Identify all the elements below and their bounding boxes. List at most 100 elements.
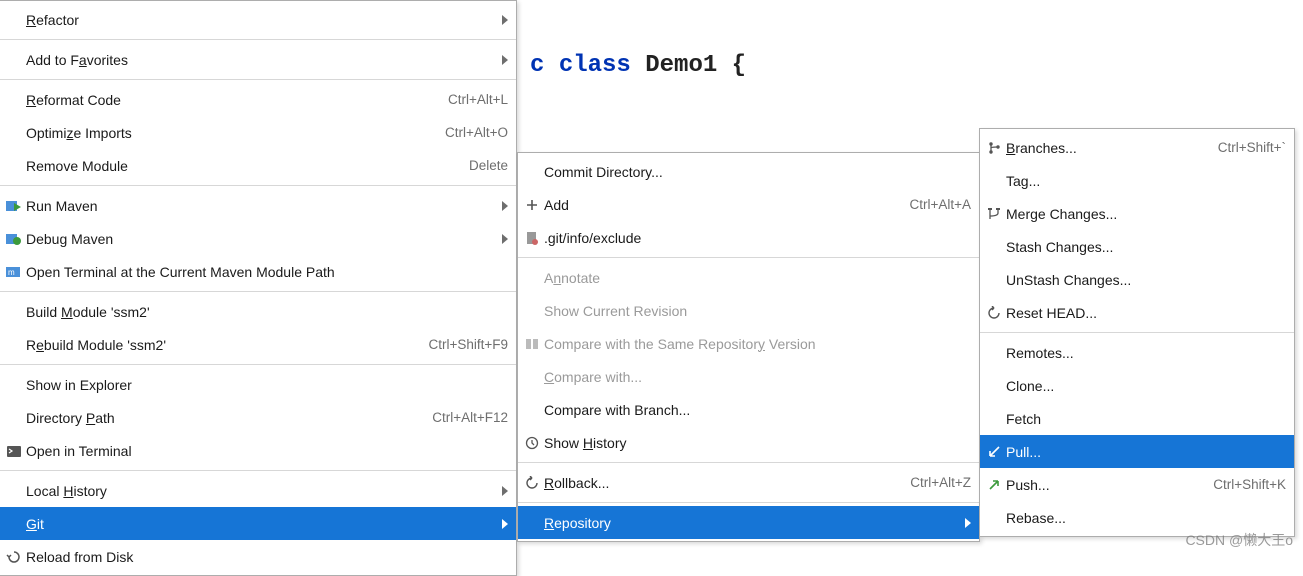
shortcut: Ctrl+Alt+L — [448, 92, 508, 107]
blank-icon — [984, 263, 1004, 296]
menu-reformat-code[interactable]: Reformat Code Ctrl+Alt+L — [0, 83, 516, 116]
menu-git-exclude[interactable]: .git/info/exclude — [518, 221, 979, 254]
menu-optimize-imports[interactable]: Optimize Imports Ctrl+Alt+O — [0, 116, 516, 149]
menu-rebuild-module[interactable]: Rebuild Module 'ssm2' Ctrl+Shift+F9 — [0, 328, 516, 361]
blank-icon — [4, 83, 24, 116]
blank-icon — [984, 336, 1004, 369]
blank-icon — [522, 294, 542, 327]
watermark: CSDN @懒大王o — [1185, 530, 1293, 550]
separator — [0, 470, 516, 471]
shortcut: Ctrl+Shift+K — [1213, 477, 1286, 492]
blank-icon — [4, 116, 24, 149]
shortcut: Ctrl+Shift+F9 — [428, 337, 508, 352]
submenu-arrow-icon — [498, 519, 508, 529]
separator — [518, 462, 979, 463]
menu-remove-module[interactable]: Remove Module Delete — [0, 149, 516, 182]
blank-icon — [522, 261, 542, 294]
blank-icon — [984, 164, 1004, 197]
menu-remotes[interactable]: Remotes... — [980, 336, 1294, 369]
blank-icon — [4, 507, 24, 540]
menu-unstash-changes[interactable]: UnStash Changes... — [980, 263, 1294, 296]
separator — [0, 185, 516, 186]
code-keyword: class — [559, 52, 645, 79]
shortcut: Ctrl+Shift+` — [1218, 140, 1286, 155]
svg-text:m: m — [8, 268, 15, 277]
blank-icon — [984, 402, 1004, 435]
menu-tag[interactable]: Tag... — [980, 164, 1294, 197]
menu-show-history[interactable]: Show History — [518, 426, 979, 459]
plus-icon — [522, 188, 542, 221]
blank-icon — [984, 230, 1004, 263]
separator — [518, 502, 979, 503]
context-menu-git: Commit Directory... Add Ctrl+Alt+A .git/… — [517, 152, 980, 542]
menu-fetch[interactable]: Fetch — [980, 402, 1294, 435]
shortcut: Ctrl+Alt+Z — [910, 475, 971, 490]
menu-compare-with: Compare with... — [518, 360, 979, 393]
menu-stash-changes[interactable]: Stash Changes... — [980, 230, 1294, 263]
diff-icon — [522, 327, 542, 360]
shortcut: Delete — [469, 158, 508, 173]
blank-icon — [4, 328, 24, 361]
shortcut: Ctrl+Alt+O — [445, 125, 508, 140]
blank-icon — [4, 3, 24, 36]
reset-icon — [984, 296, 1004, 329]
code-prefix: c — [530, 52, 544, 79]
menu-compare-same-repo: Compare with the Same Repository Version — [518, 327, 979, 360]
menu-local-history[interactable]: Local History — [0, 474, 516, 507]
blank-icon — [4, 149, 24, 182]
separator — [0, 364, 516, 365]
submenu-arrow-icon — [961, 518, 971, 528]
menu-compare-branch[interactable]: Compare with Branch... — [518, 393, 979, 426]
submenu-arrow-icon — [498, 486, 508, 496]
menu-commit-directory[interactable]: Commit Directory... — [518, 155, 979, 188]
menu-git[interactable]: Git — [0, 507, 516, 540]
maven-debug-icon — [4, 222, 24, 255]
menu-refactor[interactable]: Refactor — [0, 3, 516, 36]
menu-rollback[interactable]: Rollback... Ctrl+Alt+Z — [518, 466, 979, 499]
menu-build-module[interactable]: Build Module 'ssm2' — [0, 295, 516, 328]
blank-icon — [984, 369, 1004, 402]
menu-run-maven[interactable]: Run Maven — [0, 189, 516, 222]
terminal-icon — [4, 434, 24, 467]
menu-reload-from-disk[interactable]: Reload from Disk — [0, 540, 516, 573]
menu-pull[interactable]: Pull... — [980, 435, 1294, 468]
menu-directory-path[interactable]: Directory Path Ctrl+Alt+F12 — [0, 401, 516, 434]
context-menu-main: Refactor Add to Favorites Reformat Code … — [0, 0, 517, 576]
blank-icon — [4, 43, 24, 76]
menu-debug-maven[interactable]: Debug Maven — [0, 222, 516, 255]
maven-run-icon — [4, 189, 24, 222]
separator — [518, 257, 979, 258]
menu-push[interactable]: Push... Ctrl+Shift+K — [980, 468, 1294, 501]
blank-icon — [4, 401, 24, 434]
separator — [0, 39, 516, 40]
blank-icon — [522, 506, 542, 539]
submenu-arrow-icon — [498, 15, 508, 25]
separator — [0, 291, 516, 292]
menu-add-favorites[interactable]: Add to Favorites — [0, 43, 516, 76]
menu-reset-head[interactable]: Reset HEAD... — [980, 296, 1294, 329]
blank-icon — [4, 474, 24, 507]
blank-icon — [522, 155, 542, 188]
blank-icon — [522, 360, 542, 393]
blank-icon — [4, 295, 24, 328]
menu-branches[interactable]: Branches... Ctrl+Shift+` — [980, 131, 1294, 164]
separator — [0, 79, 516, 80]
pull-icon — [984, 435, 1004, 468]
menu-merge-changes[interactable]: Merge Changes... — [980, 197, 1294, 230]
menu-repository[interactable]: Repository — [518, 506, 979, 539]
blank-icon — [4, 368, 24, 401]
code-rest: Demo1 { — [645, 52, 746, 79]
rollback-icon — [522, 466, 542, 499]
code-editor-line: c class Demo1 { — [530, 52, 746, 79]
shortcut: Ctrl+Alt+A — [909, 197, 971, 212]
menu-add[interactable]: Add Ctrl+Alt+A — [518, 188, 979, 221]
blank-icon — [522, 393, 542, 426]
submenu-arrow-icon — [498, 234, 508, 244]
menu-open-in-terminal[interactable]: Open in Terminal — [0, 434, 516, 467]
menu-show-explorer[interactable]: Show in Explorer — [0, 368, 516, 401]
menu-clone[interactable]: Clone... — [980, 369, 1294, 402]
history-icon — [522, 426, 542, 459]
menu-open-terminal-maven[interactable]: m Open Terminal at the Current Maven Mod… — [0, 255, 516, 288]
menu-show-current-revision: Show Current Revision — [518, 294, 979, 327]
menu-annotate: Annotate — [518, 261, 979, 294]
